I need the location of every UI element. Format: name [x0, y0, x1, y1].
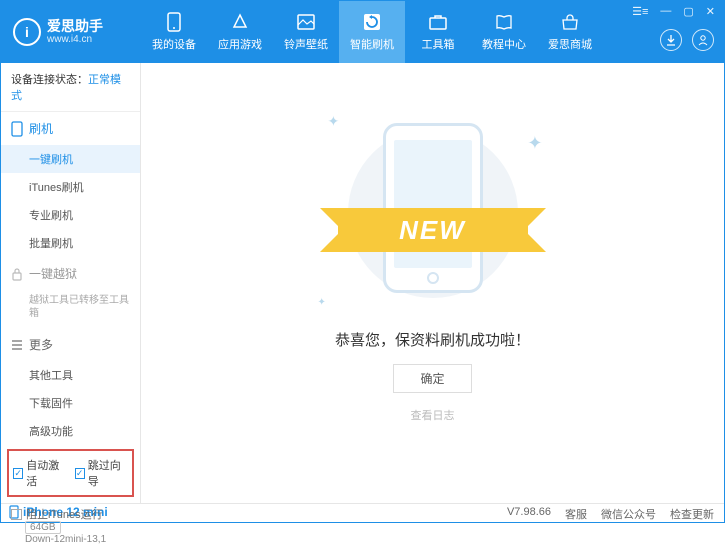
nav-label: 应用游戏 — [218, 36, 262, 52]
logo-zone: i 爱思助手 www.i4.cn — [1, 18, 141, 46]
checkbox-auto-activate[interactable]: ✓ 自动激活 — [13, 457, 67, 489]
header-right-icons — [660, 29, 714, 51]
status-label: 设备连接状态： — [11, 74, 88, 86]
nav-tutorials[interactable]: 教程中心 — [471, 1, 537, 63]
top-nav: 我的设备 应用游戏 铃声壁纸 智能刷机 工具箱 教程中心 爱思商城 — [141, 1, 603, 63]
jailbreak-note: 越狱工具已转移至工具箱 — [1, 290, 140, 328]
version-text: V7.98.66 — [507, 506, 551, 522]
sidebar-item-pro-flash[interactable]: 专业刷机 — [1, 201, 140, 229]
sidebar-item-oneclick-flash[interactable]: 一键刷机 — [1, 145, 140, 173]
checkbox-block-itunes[interactable]: 阻止iTunes运行 — [11, 506, 103, 522]
sidebar-flash-header[interactable]: 刷机 — [0, 112, 140, 145]
nav-label: 铃声壁纸 — [284, 36, 328, 52]
ok-button[interactable]: 确定 — [393, 364, 471, 393]
footer-link-support[interactable]: 客服 — [565, 506, 587, 522]
minimize-icon[interactable]: — — [657, 5, 674, 18]
sparkle-icon: ✦ — [527, 133, 542, 154]
sidebar-item-advanced[interactable]: 高级功能 — [1, 417, 140, 445]
section-label: 刷机 — [29, 120, 53, 137]
sidebar-item-batch-flash[interactable]: 批量刷机 — [1, 229, 140, 257]
view-log-link[interactable]: 查看日志 — [411, 407, 455, 423]
sidebar-more-header[interactable]: 更多 — [0, 328, 140, 361]
nav-store[interactable]: 爱思商城 — [537, 1, 603, 63]
checkbox-skip-guide[interactable]: ✓ 跳过向导 — [75, 457, 129, 489]
phone-icon — [164, 12, 184, 32]
checkbox-highlight-box: ✓ 自动激活 ✓ 跳过向导 — [7, 449, 134, 497]
nav-my-device[interactable]: 我的设备 — [141, 1, 207, 63]
sidebar-item-other-tools[interactable]: 其他工具 — [1, 361, 140, 389]
logo-icon: i — [13, 18, 41, 46]
check-icon: ✓ — [13, 468, 23, 479]
sidebar: 设备连接状态：正常模式 刷机 一键刷机 iTunes刷机 专业刷机 批量刷机 一… — [1, 63, 141, 503]
unchecked-box-icon — [11, 509, 22, 520]
maximize-icon[interactable]: ▢ — [680, 5, 696, 18]
nav-label: 工具箱 — [422, 36, 455, 52]
wallpaper-icon — [296, 12, 316, 32]
nav-label: 教程中心 — [482, 36, 526, 52]
connection-status: 设备连接状态：正常模式 — [1, 63, 140, 112]
sidebar-item-itunes-flash[interactable]: iTunes刷机 — [1, 173, 140, 201]
nav-label: 爱思商城 — [548, 36, 592, 52]
checkbox-label: 跳过向导 — [88, 457, 128, 489]
nav-ringtones[interactable]: 铃声壁纸 — [273, 1, 339, 63]
checkbox-label: 自动激活 — [26, 457, 66, 489]
success-illustration: ✦ ✦ ✦ NEW — [368, 123, 498, 303]
download-icon[interactable] — [660, 29, 682, 51]
device-detail: Down-12mini-13,1 — [25, 534, 132, 545]
app-header: i 爱思助手 www.i4.cn 我的设备 应用游戏 铃声壁纸 智能刷机 工具箱 — [1, 1, 724, 63]
book-icon — [494, 12, 514, 32]
nav-label: 我的设备 — [152, 36, 196, 52]
sidebar-item-download-firmware[interactable]: 下载固件 — [1, 389, 140, 417]
window-controls: ☰≡ — ▢ ✕ — [629, 5, 718, 18]
checkbox-label: 阻止iTunes运行 — [26, 506, 103, 522]
sidebar-jailbreak-header[interactable]: 一键越狱 — [0, 257, 140, 290]
content-pane: ✦ ✦ ✦ NEW 恭喜您，保资料刷机成功啦！ 确定 查看日志 — [141, 63, 724, 503]
check-icon: ✓ — [75, 468, 85, 479]
nav-toolbox[interactable]: 工具箱 — [405, 1, 471, 63]
sparkle-icon: ✦ — [318, 297, 326, 308]
toolbox-icon — [428, 12, 448, 32]
main-body: 设备连接状态：正常模式 刷机 一键刷机 iTunes刷机 专业刷机 批量刷机 一… — [1, 63, 724, 503]
apps-icon — [230, 12, 250, 32]
app-title: 爱思助手 — [47, 19, 103, 34]
sparkle-icon: ✦ — [328, 113, 340, 130]
menu-icon[interactable]: ☰≡ — [629, 5, 651, 18]
nav-flash[interactable]: 智能刷机 — [339, 1, 405, 63]
lock-icon — [11, 267, 23, 281]
section-label: 更多 — [29, 336, 53, 353]
success-message: 恭喜您，保资料刷机成功啦！ — [335, 329, 530, 350]
new-ribbon: NEW — [338, 208, 528, 252]
nav-label: 智能刷机 — [350, 36, 394, 52]
store-icon — [560, 12, 580, 32]
close-icon[interactable]: ✕ — [703, 5, 718, 18]
footer-link-update[interactable]: 检查更新 — [670, 506, 714, 522]
app-url: www.i4.cn — [47, 34, 103, 45]
footer-link-wechat[interactable]: 微信公众号 — [601, 506, 656, 522]
nav-apps[interactable]: 应用游戏 — [207, 1, 273, 63]
user-icon[interactable] — [692, 29, 714, 51]
list-icon — [11, 339, 23, 351]
section-label: 一键越狱 — [29, 265, 77, 282]
refresh-icon — [362, 12, 382, 32]
phone-outline-icon — [11, 121, 23, 137]
